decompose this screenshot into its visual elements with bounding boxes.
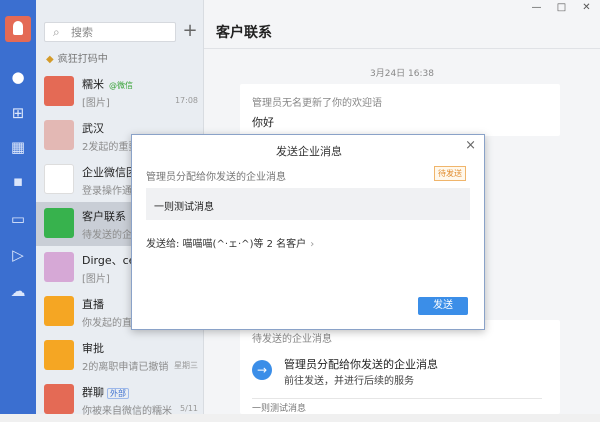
status-text: 疯狂打码中 — [57, 54, 108, 65]
send-icon[interactable]: ▷ — [9, 246, 27, 264]
left-rail: ● ⊞ ▦ ▪ ▭ ▷ ☁ — [0, 0, 36, 414]
session-preview: 你被来自微信的糯米 — [82, 406, 172, 417]
card-message-preview: 一则测试消息 — [252, 398, 542, 414]
search-box[interactable]: ⌕ — [44, 22, 176, 42]
session-time: 17:08 — [174, 96, 198, 105]
arrow-right-icon: → — [252, 360, 272, 380]
apps-icon[interactable]: ▪ — [9, 172, 27, 190]
user-avatar[interactable] — [5, 16, 31, 42]
dialog-title: 发送企业消息 — [276, 145, 342, 158]
close-icon[interactable]: × — [465, 138, 476, 153]
message-preview-box: 一则测试消息 — [146, 188, 470, 220]
session-avatar — [44, 384, 74, 414]
enterprise-message-card[interactable]: 待发送的企业消息 → 管理员分配给你发送的企业消息 前往发送，并进行后续的服务 … — [240, 320, 560, 414]
session-avatar — [44, 76, 74, 106]
session-name: 群聊 — [82, 386, 104, 399]
dialog-hint: 管理员分配给你发送的企业消息 — [146, 172, 286, 183]
recipients-link[interactable]: 发送给: 喵喵喵(^·ェ·^)等 2 名客户 › — [146, 235, 314, 250]
send-message-dialog: 发送企业消息 × 管理员分配给你发送的企业消息 待发送 一则测试消息 发送给: … — [131, 134, 485, 330]
welcome-update-text: 管理员无名更新了你的欢迎语 — [252, 98, 382, 109]
card-title: 管理员分配给你发送的企业消息 — [284, 358, 438, 371]
calendar-icon[interactable]: ▦ — [9, 138, 27, 156]
status-line[interactable]: ◆ 疯狂打码中 — [46, 50, 108, 65]
minimize-button[interactable]: — — [524, 0, 549, 16]
session-avatar — [44, 252, 74, 282]
status-icon: ◆ — [46, 54, 54, 65]
session-tag: 外部 — [107, 388, 129, 399]
doc-icon[interactable]: ▭ — [9, 210, 27, 228]
chat-timestamp: 3月24日 16:38 — [370, 69, 434, 79]
session-preview: [图片] — [82, 98, 110, 109]
session-preview: 2的离职申请已撤销 — [82, 362, 169, 373]
chat-title: 客户联系 — [216, 25, 272, 41]
card-subtitle: 前往发送，并进行后续的服务 — [284, 376, 414, 387]
divider — [204, 48, 600, 49]
session-avatar — [44, 296, 74, 326]
add-button[interactable]: + — [180, 20, 200, 42]
session-name: 糯米 — [82, 78, 104, 91]
status-badge: 待发送 — [434, 166, 466, 181]
welcome-card: 管理员无名更新了你的欢迎语 你好 — [240, 84, 560, 136]
session-avatar — [44, 164, 74, 194]
session-avatar — [44, 340, 74, 370]
close-window-button[interactable]: ✕ — [574, 0, 599, 16]
session-item[interactable]: 群聊 外部 你被来自微信的糯米 5/11 — [36, 378, 204, 422]
session-name: 审批 — [82, 342, 104, 355]
session-item[interactable]: 审批 2的离职申请已撤销 星期三 — [36, 334, 204, 378]
window-controls: — □ ✕ — [524, 0, 600, 16]
search-icon: ⌕ — [53, 25, 60, 39]
session-time: 星期三 — [174, 361, 198, 370]
session-avatar — [44, 208, 74, 238]
session-tag: @微信 — [109, 81, 133, 90]
cloud-icon[interactable]: ☁ — [9, 282, 27, 300]
session-avatar — [44, 120, 74, 150]
session-item[interactable]: 糯米 @微信 [图片] 17:08 — [36, 70, 204, 114]
message-text: 一则测试消息 — [154, 202, 214, 213]
chat-icon[interactable]: ● — [9, 68, 27, 86]
recipients-text: 发送给: 喵喵喵(^·ェ·^)等 2 名客户 — [146, 239, 307, 250]
chevron-right-icon: › — [310, 239, 315, 250]
search-input[interactable] — [71, 25, 171, 39]
welcome-message: 你好 — [252, 116, 274, 129]
org-icon[interactable]: ⊞ — [9, 104, 27, 122]
card-header: 待发送的企业消息 — [252, 334, 332, 345]
session-time: 5/11 — [180, 404, 198, 413]
maximize-button[interactable]: □ — [549, 0, 574, 16]
send-button[interactable]: 发送 — [418, 297, 468, 315]
